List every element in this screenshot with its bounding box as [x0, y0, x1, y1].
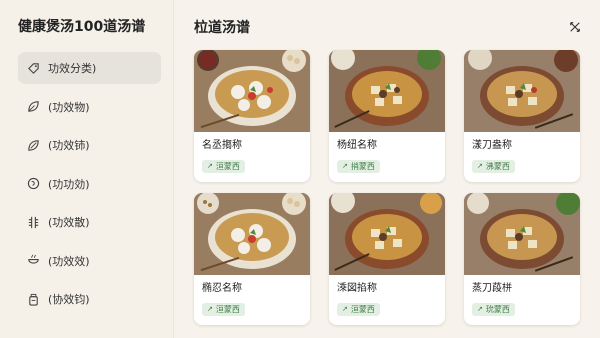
effect-tag-label: 洹蒙西	[350, 304, 375, 314]
recipe-card[interactable]: 溗図掐称 ↗ 洹蒙西	[329, 193, 445, 325]
effect-tag: ↗ 洹蒙西	[202, 302, 245, 316]
tag-arrow-icon: ↗	[477, 305, 483, 313]
soup-image	[194, 50, 310, 132]
soup-image	[464, 50, 580, 132]
leaf-icon	[26, 138, 40, 152]
effect-tag-label: 沸蒙西	[485, 161, 510, 171]
recipe-card[interactable]: 名丞搊称 ↗ 洹蒙西	[194, 50, 310, 182]
page-title: 柆道汤谱	[194, 20, 250, 36]
sidebar-item-label: (功效物)	[48, 100, 90, 114]
tag-arrow-icon: ↗	[342, 305, 348, 313]
sidebar-item-label: (功效效)	[48, 254, 90, 268]
soup-image	[464, 193, 580, 275]
effect-tag: ↗ 洹蒙西	[337, 302, 380, 316]
recipe-name: 杨纽名称	[337, 140, 377, 151]
sidebar-item-6[interactable]: (功效效)	[18, 245, 161, 277]
sidebar-item-7[interactable]: (协效钧)	[18, 283, 161, 315]
sidebar-item-3[interactable]: (功效铈)	[18, 129, 161, 161]
sidebar-item-label: 功效分类)	[48, 62, 97, 75]
sidebar-item-label: (功效散)	[48, 216, 90, 229]
sidebar: 健康煲汤100道汤谱 功效分类) (功效物) (功效铈) (功功効) (功效散)…	[0, 0, 174, 338]
recipe-grid: 名丞搊称 ↗ 洹蒙西 杨纽名称 ↗ 捎蒙西 漾刀盎称 ↗ 沸蒙西 椭忍名称 ↗ …	[194, 50, 584, 325]
effect-tag: ↗ 捎蒙西	[337, 159, 380, 173]
sidebar-item-5[interactable]: (功效散)	[18, 206, 161, 238]
close-button[interactable]	[566, 18, 584, 36]
effect-tag-label: 洹蒙西	[215, 304, 240, 314]
app-title: 健康煲汤100道汤谱	[18, 19, 146, 35]
tag-arrow-icon: ↗	[477, 162, 483, 170]
tag-icon	[26, 61, 40, 75]
effect-tag-label: 玧蒙西	[485, 304, 510, 314]
jar-icon	[26, 292, 40, 306]
tag-arrow-icon: ↗	[342, 162, 348, 170]
sidebar-item-label: (功效铈)	[48, 139, 90, 152]
close-icon	[570, 22, 580, 32]
recipe-card[interactable]: 杨纽名称 ↗ 捎蒙西	[329, 50, 445, 182]
recipe-name: 蒸刀葮栟	[472, 283, 512, 294]
recipe-name: 漾刀盎称	[472, 140, 512, 151]
recipe-name: 椭忍名称	[202, 283, 242, 294]
tag-arrow-icon: ↗	[207, 162, 213, 170]
recipe-name: 名丞搊称	[202, 140, 242, 151]
main-content: 柆道汤谱 名丞搊称 ↗ 洹蒙西 杨纽名称 ↗ 捎蒙西 漾刀盎称 ↗ 沸蒙西 椭忍…	[174, 0, 600, 338]
app-window: 健康煲汤100道汤谱 功效分类) (功效物) (功效铈) (功功効) (功效散)…	[0, 0, 600, 338]
sidebar-item-2[interactable]: (功效物)	[18, 91, 161, 123]
effect-tag: ↗ 洹蒙西	[202, 159, 245, 173]
effect-tag: ↗ 玧蒙西	[472, 302, 515, 316]
tag-arrow-icon: ↗	[207, 305, 213, 313]
sidebar-item-4[interactable]: (功功効)	[18, 168, 161, 200]
pot-icon	[26, 254, 40, 268]
recipe-card[interactable]: 蒸刀葮栟 ↗ 玧蒙西	[464, 193, 580, 325]
sidebar-item-label: (功功効)	[48, 177, 90, 191]
soup-image	[194, 193, 310, 275]
soup-image	[329, 193, 445, 275]
recipe-card[interactable]: 漾刀盎称 ↗ 沸蒙西	[464, 50, 580, 182]
leaf-icon	[26, 100, 40, 114]
effect-tag-label: 洹蒙西	[215, 161, 240, 171]
effect-tag: ↗ 沸蒙西	[472, 159, 515, 173]
recipe-card[interactable]: 椭忍名称 ↗ 洹蒙西	[194, 193, 310, 325]
soup-image	[329, 50, 445, 132]
sidebar-item-category[interactable]: 功效分类)	[18, 52, 161, 84]
effect-tag-label: 捎蒙西	[350, 161, 375, 171]
sidebar-item-label: (协效钧)	[48, 293, 90, 306]
recipe-name: 溗図掐称	[337, 283, 377, 294]
swirl-icon	[26, 177, 40, 191]
chinese-char-icon	[26, 215, 40, 229]
main-header: 柆道汤谱	[194, 14, 584, 40]
